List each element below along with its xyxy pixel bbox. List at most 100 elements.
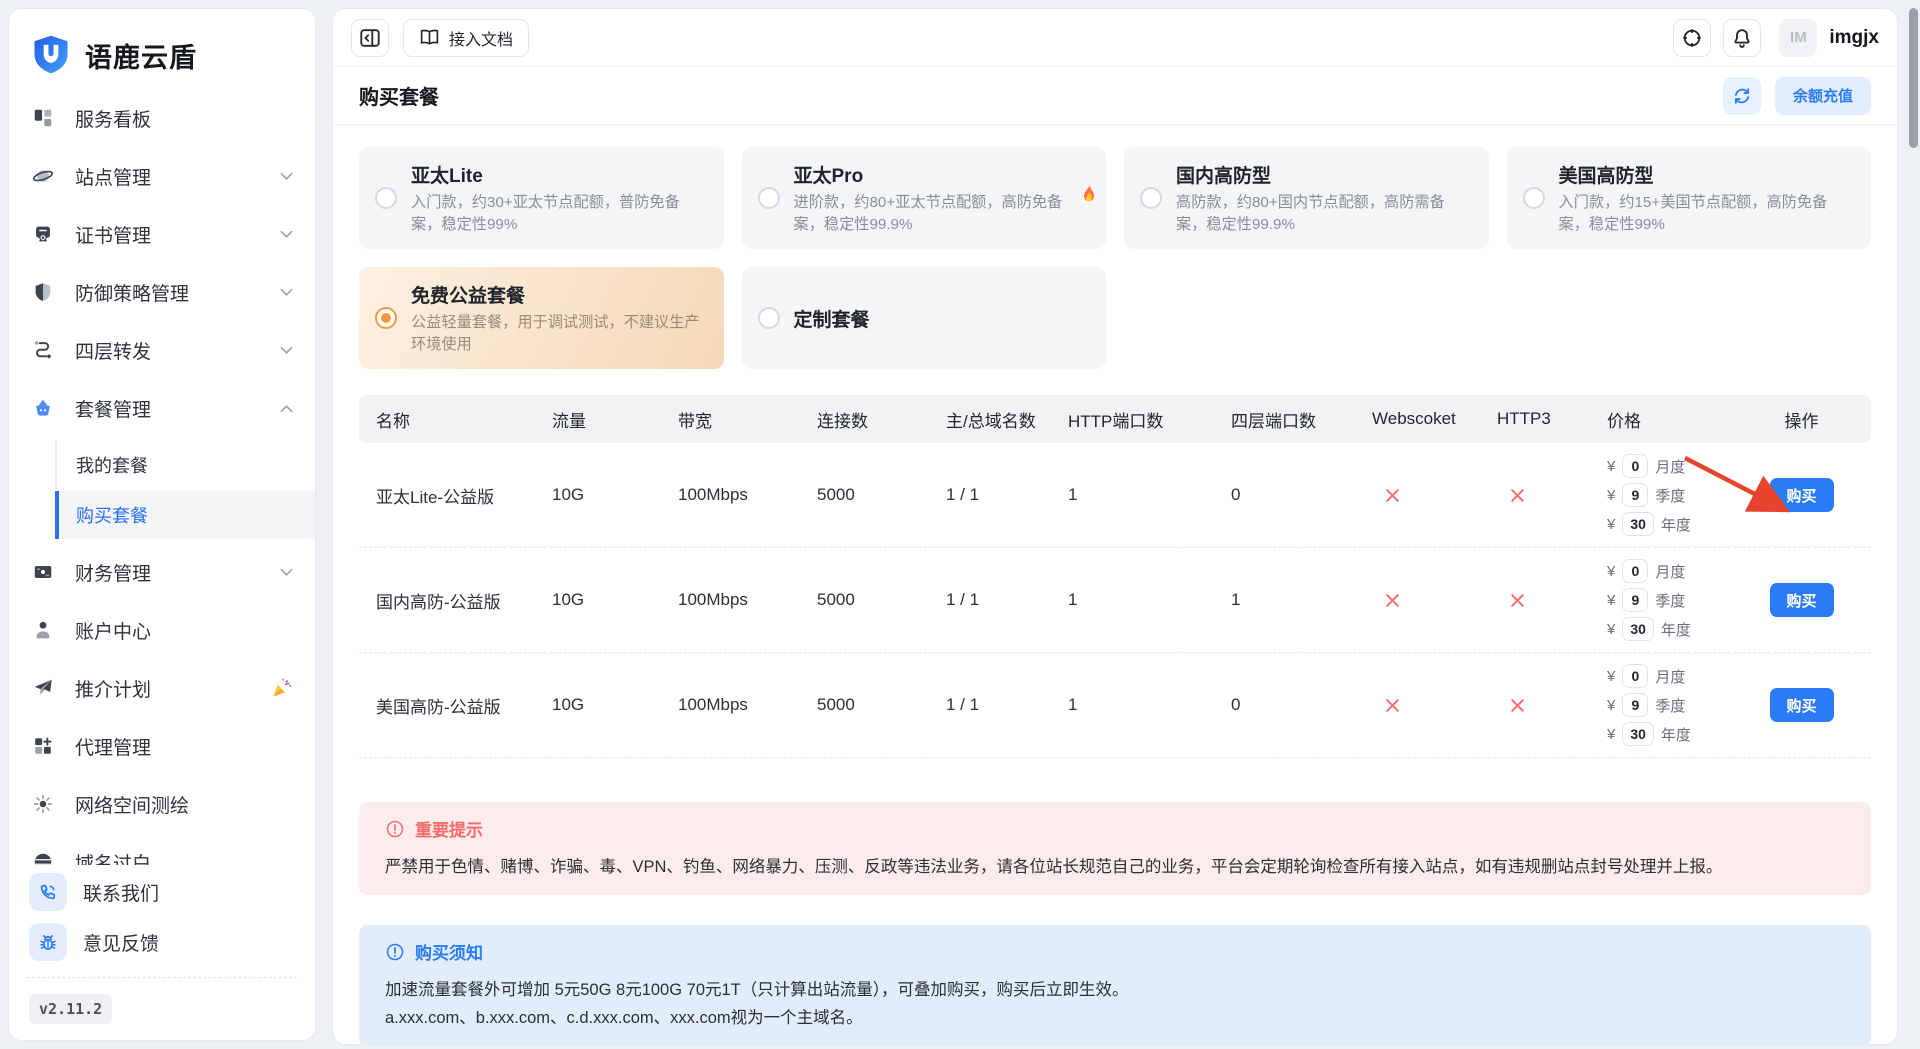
sidebar: 语鹿云盾 服务看板站点管理证书管理防御策略管理四层转发套餐管理我的套餐购买套餐财…: [8, 8, 316, 1041]
sidebar-item-agents[interactable]: 代理管理: [9, 721, 315, 771]
cell-bandwidth: 100Mbps: [678, 695, 817, 715]
purchase-notice: 购买须知 加速流量套餐外可增加 5元50G 8元100G 70元1T（只计算出站…: [359, 925, 1871, 1045]
buy-button[interactable]: 购买: [1770, 688, 1834, 722]
cell-connections: 5000: [817, 485, 946, 505]
content: 亚太Lite 入门款，约30+亚太节点配额，普防免备案，稳定性99% 亚太Pro进阶…: [333, 125, 1897, 1045]
planet-icon: [31, 164, 55, 188]
column-header: 名称: [359, 407, 552, 432]
sidebar-item-referral[interactable]: 推介计划: [9, 663, 315, 713]
docs-button[interactable]: 接入文档: [403, 19, 529, 57]
cell-l4_ports: 0: [1231, 695, 1372, 715]
sidebar-subitem-buy-packages[interactable]: 购买套餐: [55, 491, 315, 539]
refresh-button[interactable]: [1723, 77, 1761, 115]
sidebar-item-account[interactable]: 账户中心: [9, 605, 315, 655]
column-header: 流量: [552, 407, 678, 432]
footer-item-feedback[interactable]: 意见反馈: [9, 917, 315, 967]
shield-icon: [31, 280, 55, 304]
column-header: 价格: [1607, 407, 1732, 432]
cell-domains: 1 / 1: [946, 485, 1068, 505]
package-desc: 公益轻量套餐，用于调试测试，不建议生产环境使用: [411, 312, 708, 355]
party-icon: [270, 677, 293, 700]
buy-button[interactable]: 购买: [1770, 583, 1834, 617]
package-card-5[interactable]: 免费公益套餐公益轻量套餐，用于调试测试，不建议生产环境使用: [359, 267, 724, 369]
sidebar-item-label: 证书管理: [75, 221, 280, 248]
avatar[interactable]: IM: [1779, 19, 1817, 57]
package-radio[interactable]: [1523, 187, 1545, 209]
notifications-button[interactable]: [1723, 19, 1761, 57]
package-desc: 入门款，约30+亚太节点配额，普防免备案，稳定性99%: [411, 192, 708, 235]
sidebar-item-package-mgmt[interactable]: 套餐管理: [9, 383, 315, 433]
sidebar-item-label: 网络空间测绘: [75, 791, 293, 818]
cell-websocket: [1372, 592, 1497, 609]
certificate-icon: [31, 222, 55, 246]
price-period: 季度: [1655, 590, 1685, 611]
package-title: 美国高防型: [1559, 161, 1856, 188]
package-card-1[interactable]: 亚太Lite 入门款，约30+亚太节点配额，普防免备案，稳定性99%: [359, 147, 724, 249]
purchase-notice-line1: 加速流量套餐外可增加 5元50G 8元100G 70元1T（只计算出站流量），可…: [385, 976, 1845, 1004]
package-radio[interactable]: [375, 187, 397, 209]
column-header: HTTP3: [1497, 409, 1607, 429]
sidebar-item-cyberspace-mapping[interactable]: 网络空间测绘: [9, 779, 315, 829]
package-title: 亚太Lite: [411, 161, 708, 188]
cell-name: 美国高防-公益版: [359, 693, 552, 718]
sidebar-item-sites[interactable]: 站点管理: [9, 151, 315, 201]
cell-traffic: 10G: [552, 695, 678, 715]
scrollbar[interactable]: [1908, 0, 1920, 1049]
price-value: 0: [1622, 559, 1648, 583]
price-period: 年度: [1661, 724, 1691, 745]
sidebar-item-dashboard[interactable]: 服务看板: [9, 93, 315, 143]
table-row: 亚太Lite-公益版10G100Mbps50001 / 110¥0月度¥9季度¥…: [359, 443, 1871, 548]
shield-logo-icon: [29, 33, 73, 77]
price-period: 年度: [1661, 514, 1691, 535]
scrollbar-thumb[interactable]: [1909, 8, 1918, 148]
package-card-6[interactable]: 定制套餐: [742, 267, 1107, 369]
currency-symbol: ¥: [1607, 592, 1615, 609]
price-line: ¥30年度: [1607, 512, 1732, 536]
price-value: 9: [1622, 483, 1648, 507]
basket-icon: [31, 396, 55, 420]
package-radio[interactable]: [1140, 187, 1162, 209]
cell-l4_ports: 0: [1231, 485, 1372, 505]
sidebar-item-certificates[interactable]: 证书管理: [9, 209, 315, 259]
currency-symbol: ¥: [1607, 697, 1615, 714]
collapse-sidebar-button[interactable]: [351, 19, 389, 57]
sidebar-item-label: 站点管理: [75, 163, 280, 190]
currency-symbol: ¥: [1607, 726, 1615, 743]
sidebar-item-finance[interactable]: 财务管理: [9, 547, 315, 597]
sidebar-item-defense[interactable]: 防御策略管理: [9, 267, 315, 317]
package-card-4[interactable]: 美国高防型入门款，约15+美国节点配额，高防免备案，稳定性99%: [1507, 147, 1872, 249]
package-desc: 入门款，约15+美国节点配额，高防免备案，稳定性99%: [1559, 192, 1856, 235]
chevron-up-icon: [280, 404, 293, 413]
main-panel: 接入文档 IM imgjx 购买套餐 余额充值 亚太Lite入门款，约30+亚太…: [332, 8, 1898, 1045]
username[interactable]: imgjx: [1829, 27, 1879, 49]
recharge-button[interactable]: 余额充值: [1775, 77, 1871, 115]
sidebar-subitem-my-packages[interactable]: 我的套餐: [55, 441, 315, 489]
chevron-down-icon: [280, 568, 293, 577]
cell-price: ¥0月度¥9季度¥30年度: [1607, 559, 1732, 641]
bell-icon: [1731, 27, 1753, 49]
buy-button[interactable]: 购买: [1770, 478, 1834, 512]
package-radio[interactable]: [758, 307, 780, 329]
package-radio[interactable]: [375, 307, 397, 329]
sidebar-item-layer4-forward[interactable]: 四层转发: [9, 325, 315, 375]
package-desc: 高防款，约80+国内节点配额，高防需备案，稳定性99.9%: [1176, 192, 1473, 235]
user-icon: [31, 618, 55, 642]
price-period: 月度: [1655, 561, 1685, 582]
cell-domains: 1 / 1: [946, 695, 1068, 715]
package-card-3[interactable]: 国内高防型高防款，约80+国内节点配额，高防需备案，稳定性99.9%: [1124, 147, 1489, 249]
target-button[interactable]: [1673, 19, 1711, 57]
docs-button-label: 接入文档: [449, 26, 513, 50]
price-line: ¥0月度: [1607, 559, 1732, 583]
footer-item-contact-us[interactable]: 联系我们: [9, 867, 315, 917]
package-radio[interactable]: [758, 187, 780, 209]
package-card-2[interactable]: 亚太Pro进阶款，约80+亚太节点配额，高防免备案，稳定性99.9%: [742, 147, 1107, 249]
currency-symbol: ¥: [1607, 458, 1615, 475]
sidebar-item-label: 四层转发: [75, 337, 280, 364]
package-grid: 亚太Lite 入门款，约30+亚太节点配额，普防免备案，稳定性99% 亚太Pro进阶…: [359, 147, 1871, 369]
important-notice: 重要提示 严禁用于色情、赌博、诈骗、毒、VPN、钓鱼、网络暴力、压测、反政等违法…: [359, 802, 1871, 895]
chevron-down-icon: [280, 172, 293, 181]
price-period: 年度: [1661, 619, 1691, 640]
app-name: 语鹿云盾: [85, 36, 197, 75]
package-desc: 进阶款，约80+亚太节点配额，高防免备案，稳定性99.9%: [794, 192, 1091, 235]
info-circle-icon: [385, 942, 405, 962]
